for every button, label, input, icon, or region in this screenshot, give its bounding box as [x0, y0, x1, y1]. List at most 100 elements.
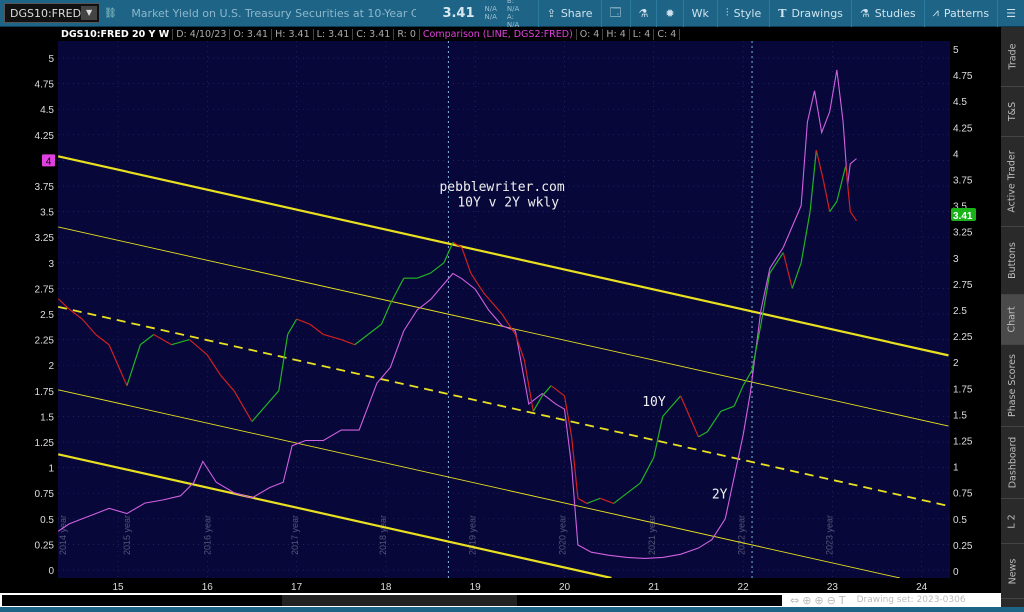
year-marker-label: 2022 year [736, 515, 746, 555]
side-tab-label: Phase Scores [1007, 354, 1019, 417]
series-10y-segment [706, 410, 722, 433]
series-10y-segment [815, 150, 825, 182]
y-tick-right: 2 [953, 358, 959, 369]
y-tick-left: 2.75 [35, 284, 55, 295]
x-tick-label: 23 [827, 582, 839, 593]
y-tick-right: 1 [953, 463, 959, 474]
price-chart[interactable]: 2014 year 2015 year 2016 year 2017 year 2018… [0, 0, 1001, 593]
series-10y-segment [461, 247, 472, 274]
side-tab-label: Trade [1007, 43, 1019, 70]
plot-group: 2014 year 2015 year 2016 year 2017 year 2018… [58, 41, 950, 578]
series-10y-segment [95, 334, 110, 346]
side-tab-dashboard[interactable]: Dashboard [1001, 427, 1024, 499]
last-price-badge-text: 3.41 [953, 211, 973, 222]
y-tick-right: 0.75 [953, 489, 973, 500]
series-10y-segment [430, 262, 445, 274]
y-tick-right: 2.5 [953, 306, 967, 317]
series-10y-segment [600, 497, 614, 505]
channel-line-thin [58, 389, 901, 578]
series-10y-segment [639, 457, 655, 484]
series-10y-segment [323, 333, 342, 341]
y-tick-right: 4.25 [953, 123, 973, 134]
series-10y-segment [416, 272, 431, 279]
y-tick-left: 4.25 [35, 131, 55, 142]
side-tab-phase-scores[interactable]: Phase Scores [1001, 345, 1024, 427]
side-tab-t-s[interactable]: T&S [1001, 87, 1024, 137]
x-tick-label: 22 [738, 582, 750, 593]
series-10y-segment [760, 272, 771, 325]
series-10y-segment [626, 482, 641, 494]
menu-button[interactable]: ☰ [997, 0, 1024, 27]
side-tab-l-2[interactable]: L 2 [1001, 499, 1024, 544]
bottom-border [0, 607, 1024, 612]
y-tick-right: 3.75 [953, 176, 973, 187]
y-tick-left: 4.75 [35, 80, 55, 91]
scroll-bar-row: ⇔⊕⊕⊖T Drawing set: 2023-0306 [0, 593, 1001, 607]
y-tick-left: 3.75 [35, 182, 55, 193]
side-tab-label: Buttons [1007, 242, 1018, 279]
series-10y-segment [264, 390, 280, 407]
series-10y-segment [483, 293, 503, 315]
y-tick-left: 0.75 [35, 489, 55, 500]
x-tick-label: 17 [291, 582, 303, 593]
y-tick-left: 0 [48, 566, 54, 577]
series-2y-line [58, 69, 857, 560]
y-tick-left: 1.5 [40, 412, 54, 423]
year-marker-label: 2023 year [825, 515, 835, 555]
series-10y-segment [836, 165, 847, 202]
series-10y-segment [769, 252, 784, 274]
series-10y-segment [443, 242, 454, 264]
y-tick-right: 0 [953, 567, 959, 578]
series-10y-segment [341, 339, 355, 346]
chart-annotation: pebblewriter.com [439, 180, 564, 195]
side-tab-label: News [1007, 558, 1019, 584]
side-tab-label: Chart [1007, 306, 1019, 333]
y-tick-left: 1 [48, 464, 54, 475]
year-marker-label: 2015 year [122, 515, 132, 555]
series-10y-segment [698, 431, 708, 438]
drawing-set[interactable]: Drawing set: 2023-0306 [857, 595, 966, 605]
chart-annotation: 10Y [642, 395, 666, 410]
series-10y-segment [809, 150, 817, 212]
series-10y-segment [117, 364, 128, 386]
series-10y-segment [171, 339, 190, 346]
year-marker-label: 2014 year [58, 515, 68, 555]
chart-annotation: 2Y [712, 487, 728, 502]
side-tab-news[interactable]: News [1001, 544, 1024, 599]
series-10y-segment [501, 313, 516, 335]
series-10y-segment [251, 405, 266, 422]
series-10y-segment [742, 370, 753, 386]
series-10y-segment [822, 180, 831, 212]
side-tab-chart[interactable]: Chart [1001, 295, 1024, 345]
channel-line-thick [58, 453, 612, 578]
y-tick-left: 5 [48, 54, 54, 65]
side-tab-active-trader[interactable]: Active Trader [1001, 137, 1024, 227]
series-10y-segment [220, 375, 235, 392]
horizontal-scrollbar[interactable] [2, 594, 782, 606]
x-tick-label: 21 [648, 582, 660, 593]
y-tick-left: 3.25 [35, 233, 55, 244]
year-marker-label: 2019 year [468, 515, 478, 555]
year-marker-label: 2016 year [202, 515, 212, 555]
scroll-thumb[interactable] [282, 594, 517, 606]
y-tick-right: 4 [953, 149, 959, 160]
chart-tools-icons[interactable]: ⇔⊕⊕⊖T [790, 594, 849, 607]
series-10y-segment [389, 277, 405, 305]
series-10y-segment [470, 272, 485, 294]
y-tick-left: 3.5 [40, 208, 54, 219]
y-tick-right: 3 [953, 254, 959, 265]
series-10y-segment [309, 323, 324, 335]
y-tick-left: 0.5 [40, 515, 54, 526]
series-10y-segment [680, 395, 691, 417]
series-10y-segment [139, 334, 155, 346]
series-10y-segment [720, 405, 735, 412]
side-tab-trade[interactable]: Trade [1001, 27, 1024, 87]
comparison-badge-text: 4 [46, 156, 52, 167]
y-tick-right: 2.25 [953, 332, 973, 343]
y-tick-left: 2 [48, 361, 54, 372]
side-tab-buttons[interactable]: Buttons [1001, 227, 1024, 295]
y-tick-right: 2.75 [953, 280, 973, 291]
x-tick-label: 18 [380, 582, 392, 593]
x-tick-label: 15 [112, 582, 124, 593]
y-tick-left: 1.25 [35, 438, 55, 449]
